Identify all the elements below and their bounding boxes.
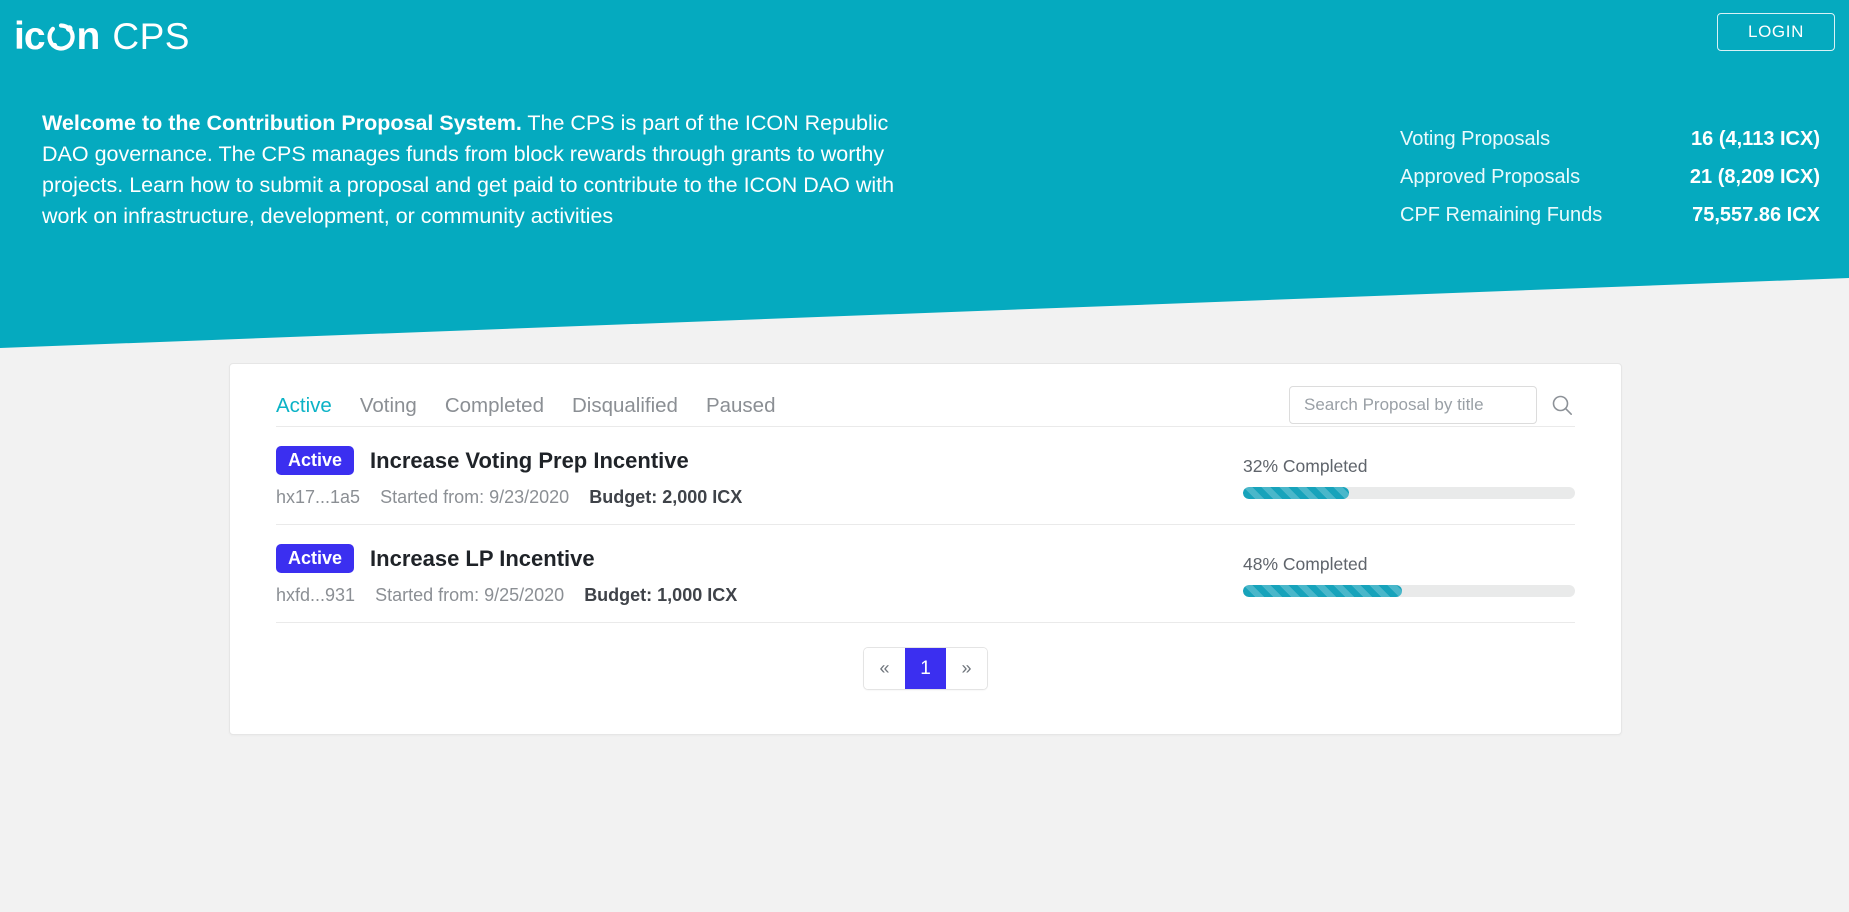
proposal-start-date: Started from: 9/25/2020 [375, 585, 565, 605]
progress-track [1243, 585, 1575, 597]
brand-logo-cps: CPS [112, 15, 190, 57]
stat-label: CPF Remaining Funds [1400, 204, 1603, 226]
brand-logo[interactable]: ic n CPS [14, 8, 190, 64]
proposal-title[interactable]: Increase LP Incentive [370, 546, 595, 572]
proposal-title-row: Active Increase LP Incentive [276, 544, 737, 573]
stat-label: Voting Proposals [1400, 128, 1551, 150]
pagination-prev-button[interactable]: « [864, 648, 905, 689]
stat-value: 16 (4,113 ICX) [1691, 128, 1820, 150]
stat-value: 21 (8,209 ICX) [1689, 166, 1820, 188]
proposal-row[interactable]: Active Increase LP Incentive hxfd...931 … [230, 525, 1621, 622]
progress-track [1243, 487, 1575, 499]
login-button[interactable]: LOGIN [1717, 13, 1835, 51]
search-input[interactable] [1289, 386, 1537, 424]
proposal-address: hx17...1a5 [276, 487, 361, 507]
tab-voting[interactable]: Voting [360, 394, 417, 418]
stat-row-voting-proposals: Voting Proposals 16 (4,113 ICX) [1400, 128, 1820, 166]
status-badge: Active [276, 446, 355, 475]
tab-paused[interactable]: Paused [706, 394, 776, 418]
proposal-address: hxfd...931 [276, 585, 356, 605]
stat-row-approved-proposals: Approved Proposals 21 (8,209 ICX) [1400, 166, 1820, 204]
pagination-next-button[interactable]: » [946, 648, 987, 689]
progress-label: 32% Completed [1243, 456, 1368, 476]
tab-completed[interactable]: Completed [445, 394, 544, 418]
pagination-area: « 1 » [230, 623, 1621, 690]
brand-logo-ic: ic [14, 14, 46, 58]
proposal-progress: 48% Completed [1243, 542, 1575, 597]
brand-logo-text: ic n [14, 14, 101, 58]
proposal-info: Active Increase Voting Prep Incentive hx… [276, 444, 742, 508]
proposal-info: Active Increase LP Incentive hxfd...931 … [276, 542, 737, 606]
hero-banner: ic n CPS LOGIN Welcome to the Contributio… [0, 0, 1849, 348]
proposal-meta: hxfd...931 Started from: 9/25/2020 Budge… [276, 585, 737, 606]
proposal-row[interactable]: Active Increase Voting Prep Incentive hx… [230, 427, 1621, 524]
progress-fill [1243, 487, 1350, 499]
stat-label: Approved Proposals [1400, 166, 1581, 188]
search-area [1289, 386, 1575, 424]
proposal-title[interactable]: Increase Voting Prep Incentive [370, 448, 689, 474]
proposal-budget: Budget: 1,000 ICX [584, 585, 738, 605]
proposals-card: Active Voting Completed Disqualified Pau… [229, 363, 1622, 735]
progress-fill [1243, 585, 1403, 597]
card-header: Active Voting Completed Disqualified Pau… [230, 364, 1621, 426]
stat-value: 75,557.86 ICX [1692, 204, 1820, 226]
hero-stats: Voting Proposals 16 (4,113 ICX) Approved… [1400, 128, 1820, 242]
tab-active[interactable]: Active [276, 394, 332, 418]
pagination-page-1-button[interactable]: 1 [905, 648, 946, 689]
proposal-title-row: Active Increase Voting Prep Incentive [276, 446, 742, 475]
icon-logo-o-icon [46, 22, 76, 52]
top-bar: ic n CPS LOGIN [0, 0, 1849, 72]
page-root: ic n CPS LOGIN Welcome to the Contributio… [0, 0, 1849, 912]
proposal-budget: Budget: 2,000 ICX [589, 487, 743, 507]
tab-disqualified[interactable]: Disqualified [572, 394, 678, 418]
pagination: « 1 » [863, 647, 988, 690]
progress-label: 48% Completed [1243, 554, 1368, 574]
proposal-tabs: Active Voting Completed Disqualified Pau… [276, 388, 775, 418]
brand-logo-n: n [76, 14, 101, 58]
search-icon[interactable] [1549, 392, 1575, 418]
proposal-start-date: Started from: 9/23/2020 [380, 487, 570, 507]
proposal-progress: 32% Completed [1243, 444, 1575, 499]
hero-welcome-text: Welcome to the Contribution Proposal Sys… [42, 108, 907, 232]
stat-row-cpf-remaining-funds: CPF Remaining Funds 75,557.86 ICX [1400, 204, 1820, 242]
proposal-meta: hx17...1a5 Started from: 9/23/2020 Budge… [276, 487, 742, 508]
status-badge: Active [276, 544, 355, 573]
hero-welcome-headline: Welcome to the Contribution Proposal Sys… [42, 111, 522, 135]
